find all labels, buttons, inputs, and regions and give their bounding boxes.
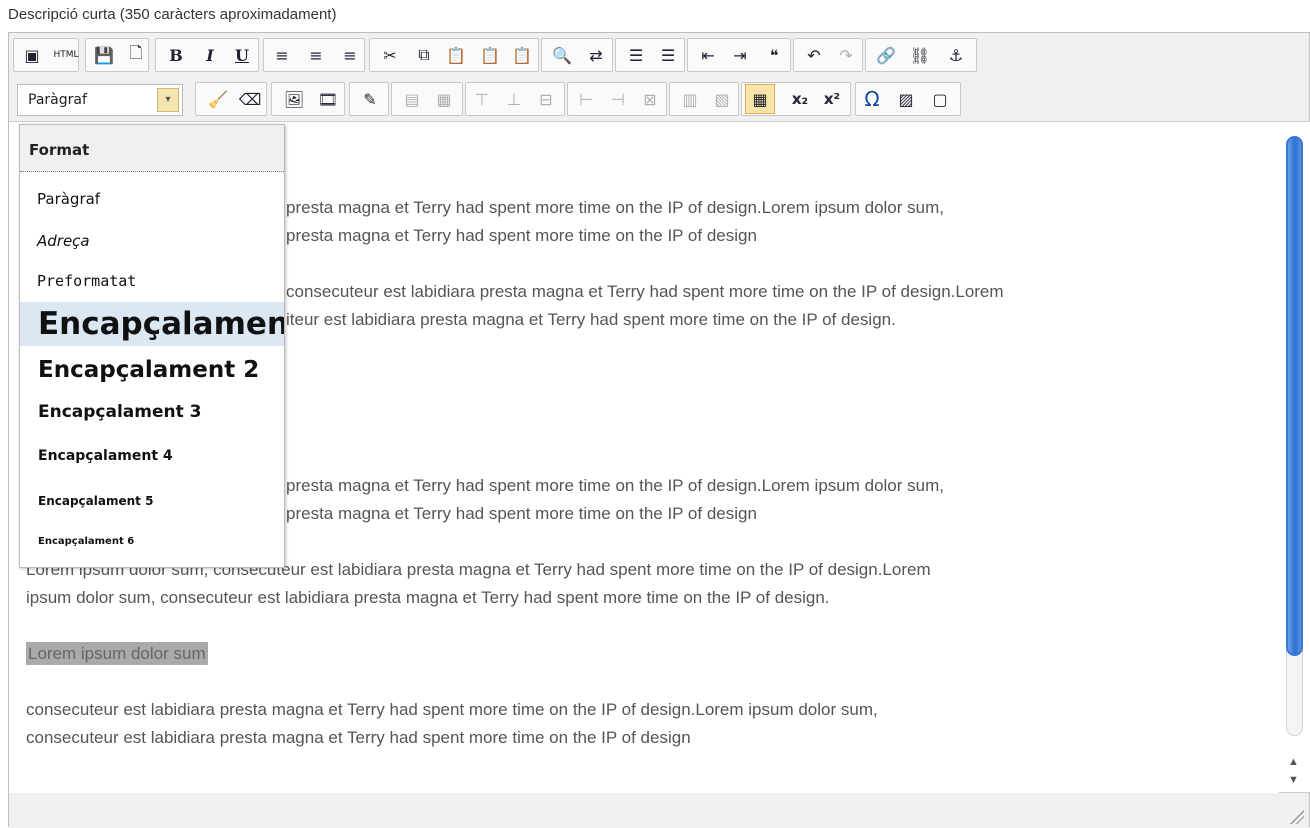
chevron-down-icon[interactable]: ▾ (157, 88, 179, 112)
unlink-icon[interactable]: ⛓ (905, 40, 935, 70)
numbered-list-icon[interactable]: ☰ (653, 40, 683, 70)
fullscreen-icon[interactable]: ▣ (17, 40, 47, 70)
find-icon[interactable]: 🔍 (547, 40, 577, 70)
paragraph-6-line-2: consecuteur est labidiara presta magna e… (26, 728, 691, 747)
replace-icon[interactable]: ⇄ (581, 40, 611, 70)
delete-col-icon[interactable]: ⊠ (635, 84, 665, 114)
insert-row-before-icon[interactable]: ⊤ (467, 84, 497, 114)
toolbar-row-2: 🧹 ⌫ 🖼 🎞 ✎ ▤ ▦ ⊤ ⊥ ⊟ ⊢ ⊣ ⊠ ▥ ▧ ▦ x₂ x² Ω ▨ ▢ (9, 77, 1309, 121)
paragraph-4-line-2: ipsum dolor sum, consecuteur est labidia… (26, 588, 830, 607)
new-document-icon[interactable]: 🗋 (121, 40, 151, 70)
delete-row-icon[interactable]: ⊟ (531, 84, 561, 114)
italic-icon[interactable]: I (195, 40, 225, 70)
table-cell-props-icon[interactable]: ▦ (429, 84, 459, 114)
remove-format-icon[interactable]: ⌫ (235, 84, 265, 114)
merge-cells-icon[interactable]: ▥ (675, 84, 705, 114)
edit-html-icon[interactable]: ✎ (355, 84, 385, 114)
copy-icon[interactable]: ⧉ (409, 40, 439, 70)
blockquote-icon[interactable]: ❝ (759, 40, 789, 70)
field-label: Descripció curta (350 caràcters aproxima… (8, 6, 337, 23)
vertical-scrollbar[interactable]: ▲ ▼ (1279, 121, 1310, 793)
paragraph-1-line-2: presta magna et Terry had spent more tim… (286, 226, 757, 245)
template-icon[interactable]: ▢ (925, 84, 955, 114)
cut-icon[interactable]: ✂ (375, 40, 405, 70)
cleanup-icon[interactable]: 🧹 (203, 84, 233, 114)
table-icon[interactable]: ▦ (745, 84, 775, 114)
format-select-value: Paràgraf (28, 92, 87, 108)
format-option-heading-5[interactable]: Encapçalament 5 (20, 487, 284, 515)
format-select[interactable]: Paràgraf ▾ (17, 84, 183, 116)
paragraph-3-line-2: presta magna et Terry had spent more tim… (286, 504, 757, 523)
insert-col-before-icon[interactable]: ⊢ (571, 84, 601, 114)
paragraph-2-line-2: iteur est labidiara presta magna et Terr… (286, 310, 896, 329)
toolbar-row-1: ▣ HTML 💾 🗋 B I U ≡ ≡ ≡ ✂ ⧉ 📋 📋 📋 🔍 ⇄ ☰ ☰ ⇤ ⇥ ❝ ↶ ↷ 🔗 ⛓ ⚓ (9, 33, 1309, 77)
split-cells-icon[interactable]: ▧ (707, 84, 737, 114)
insert-image-manager-icon[interactable]: ▨ (891, 84, 921, 114)
format-option-heading-6[interactable]: Encapçalament 6 (20, 529, 284, 555)
scroll-down-arrow-icon[interactable]: ▼ (1288, 774, 1299, 786)
format-option-heading-3[interactable]: Encapçalament 3 (20, 395, 284, 429)
subscript-icon[interactable]: x₂ (785, 84, 815, 114)
format-option-heading-4[interactable]: Encapçalament 4 (20, 441, 284, 471)
scrollbar-thumb[interactable] (1286, 136, 1303, 656)
highlighted-text: Lorem ipsum dolor sum (26, 642, 208, 665)
special-char-icon[interactable]: Ω (857, 84, 887, 114)
format-option-adreca[interactable]: Adreça (20, 224, 284, 258)
highlighted-paragraph: Lorem ipsum dolor sum (26, 641, 208, 667)
format-option-paragraf[interactable]: Paràgraf (20, 182, 284, 216)
paragraph-6-line-1: consecuteur est labidiara presta magna e… (26, 700, 878, 719)
insert-col-after-icon[interactable]: ⊣ (603, 84, 633, 114)
format-option-preformatat[interactable]: Preformatat (20, 264, 284, 298)
format-dropdown-title: Format (20, 125, 284, 172)
format-option-heading-2[interactable]: Encapçalament 2 (20, 350, 284, 390)
anchor-icon[interactable]: ⚓ (941, 40, 971, 70)
link-icon[interactable]: 🔗 (871, 40, 901, 70)
paste-text-icon[interactable]: 📋 (475, 40, 505, 70)
align-right-icon[interactable]: ≡ (335, 40, 365, 70)
undo-icon[interactable]: ↶ (799, 40, 829, 70)
indent-icon[interactable]: ⇥ (725, 40, 755, 70)
insert-row-after-icon[interactable]: ⊥ (499, 84, 529, 114)
resize-grip-icon[interactable] (1290, 810, 1304, 824)
status-bar (9, 793, 1309, 828)
bullet-list-icon[interactable]: ☰ (621, 40, 651, 70)
format-dropdown: Format Paràgraf Adreça Preformatat Encap… (19, 124, 285, 568)
scroll-up-arrow-icon[interactable]: ▲ (1288, 756, 1299, 768)
underline-icon[interactable]: U (227, 40, 257, 70)
align-center-icon[interactable]: ≡ (301, 40, 331, 70)
bold-icon[interactable]: B (161, 40, 191, 70)
html-icon[interactable]: HTML (51, 40, 81, 70)
superscript-icon[interactable]: x² (817, 84, 847, 114)
paste-icon[interactable]: 📋 (441, 40, 471, 70)
image-icon[interactable]: 🖼 (279, 84, 309, 114)
table-row-props-icon[interactable]: ▤ (397, 84, 427, 114)
outdent-icon[interactable]: ⇤ (693, 40, 723, 70)
align-left-icon[interactable]: ≡ (267, 40, 297, 70)
format-option-heading-1[interactable]: Encapçalament 1 (20, 302, 284, 346)
paste-word-icon[interactable]: 📋 (507, 40, 537, 70)
paragraph-3-line-1: presta magna et Terry had spent more tim… (286, 476, 944, 495)
paragraph-1-line-1: presta magna et Terry had spent more tim… (286, 198, 944, 217)
save-icon[interactable]: 💾 (89, 40, 119, 70)
media-icon[interactable]: 🎞 (313, 84, 343, 114)
redo-icon[interactable]: ↷ (831, 40, 861, 70)
paragraph-2-line-1: consecuteur est labidiara presta magna e… (286, 282, 1004, 301)
